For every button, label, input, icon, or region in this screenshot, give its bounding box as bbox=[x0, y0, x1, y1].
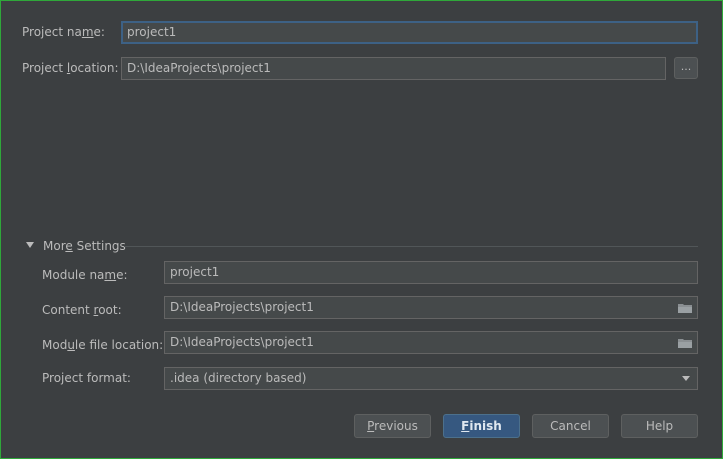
content-root-label: Content root: bbox=[42, 303, 122, 317]
browse-location-button[interactable]: ... bbox=[674, 57, 698, 79]
project-name-input[interactable]: project1 bbox=[121, 21, 698, 44]
content-root-value: D:\IdeaProjects\project1 bbox=[170, 300, 314, 314]
module-file-location-input[interactable]: D:\IdeaProjects\project1 bbox=[164, 331, 698, 354]
project-location-input[interactable]: D:\IdeaProjects\project1 bbox=[121, 57, 666, 80]
section-divider bbox=[124, 246, 698, 247]
module-file-location-value: D:\IdeaProjects\project1 bbox=[170, 335, 314, 349]
folder-icon[interactable] bbox=[678, 303, 692, 313]
project-format-select[interactable]: .idea (directory based) bbox=[164, 367, 698, 390]
folder-icon[interactable] bbox=[678, 338, 692, 348]
previous-button[interactable]: Previous bbox=[354, 414, 431, 438]
project-format-label: Project format: bbox=[42, 371, 131, 385]
content-root-input[interactable]: D:\IdeaProjects\project1 bbox=[164, 296, 698, 319]
help-button[interactable]: Help bbox=[621, 414, 698, 438]
finish-button[interactable]: Finish bbox=[443, 414, 520, 438]
project-name-label: Project name: bbox=[22, 25, 105, 39]
project-format-value: .idea (directory based) bbox=[170, 371, 307, 385]
cancel-button[interactable]: Cancel bbox=[532, 414, 609, 438]
module-name-input[interactable]: project1 bbox=[164, 261, 698, 284]
module-file-location-label: Module file location: bbox=[42, 338, 164, 352]
chevron-down-icon bbox=[682, 376, 690, 381]
module-name-label: Module name: bbox=[42, 268, 128, 282]
project-location-label: Project location: bbox=[22, 61, 119, 75]
more-settings-toggle[interactable]: More Settings bbox=[43, 239, 126, 253]
collapse-triangle-icon[interactable] bbox=[26, 242, 34, 248]
